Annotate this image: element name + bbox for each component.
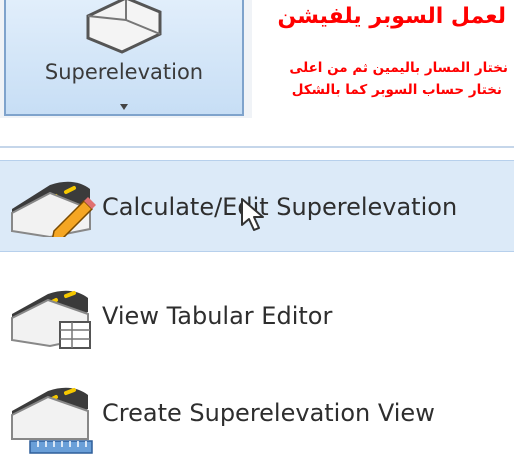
- superelevation-view-icon: [10, 385, 94, 459]
- menu-item-label: Calculate/Edit Superelevation: [102, 193, 458, 221]
- tabular-editor-icon: [10, 288, 94, 354]
- menu-item-label: View Tabular Editor: [102, 302, 333, 330]
- calculate-superelevation-icon: [10, 179, 98, 242]
- note-line-2: نختار حساب السوبر كما بالشكل: [291, 82, 502, 98]
- note-line-1: نختار المسار باليمين ثم من اعلى: [289, 60, 508, 76]
- superelevation-ribbon-button[interactable]: Superelevation: [4, 0, 244, 116]
- superelevation-button-label: Superelevation: [44, 60, 204, 84]
- mouse-cursor-icon: [240, 197, 266, 237]
- menu-item-view-tabular-editor[interactable]: View Tabular Editor: [0, 270, 514, 362]
- menu-separator: [0, 146, 514, 148]
- instruction-note: لعمل السوبر يلفيشن نختار المسار باليمين …: [252, 0, 514, 132]
- menu-item-label: Create Superelevation View: [102, 399, 435, 427]
- menu-item-create-superelevation-view[interactable]: Create Superelevation View: [0, 367, 514, 459]
- dropdown-arrow-icon[interactable]: [118, 96, 130, 115]
- superelevation-icon: [82, 0, 166, 60]
- note-title: لعمل السوبر يلفيشن: [277, 4, 506, 29]
